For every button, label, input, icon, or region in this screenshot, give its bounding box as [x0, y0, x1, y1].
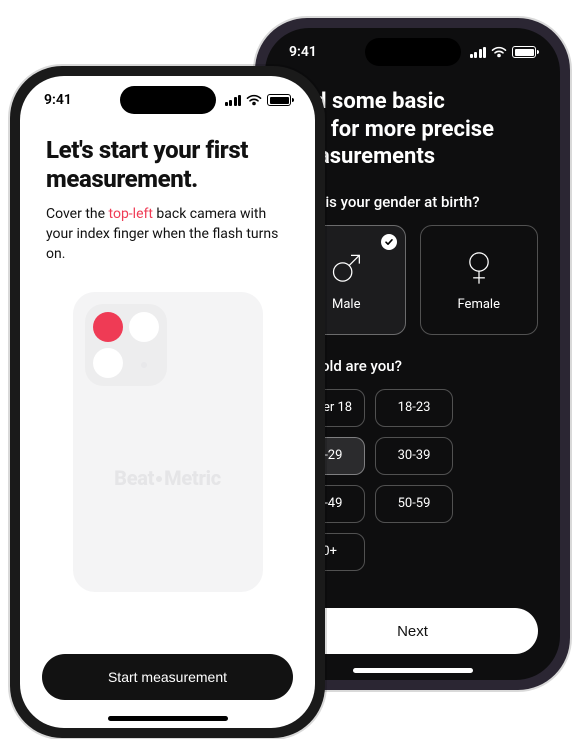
- dynamic-island: [365, 38, 461, 66]
- highlighted-camera-lens: [93, 312, 123, 342]
- start-measurement-button[interactable]: Start measurement: [42, 654, 293, 700]
- camera-flash: [141, 362, 147, 368]
- age-option-30-39[interactable]: 30-39: [375, 437, 453, 475]
- home-indicator: [353, 668, 473, 673]
- camera-lens: [93, 348, 123, 378]
- gender-label-female: Female: [458, 297, 500, 312]
- page-title: Let's start your first measurement.: [46, 136, 289, 194]
- male-icon: [326, 247, 366, 287]
- light-phone-mock: 9:41 Let's start your first measurement.…: [10, 66, 325, 738]
- camera-module-illustration: [85, 304, 167, 386]
- female-icon: [459, 247, 499, 287]
- checkmark-icon: [381, 234, 397, 250]
- brand-watermark: BeatMetric: [73, 466, 263, 490]
- gender-label-male: Male: [332, 297, 360, 312]
- gender-option-female[interactable]: Female: [420, 225, 539, 335]
- age-option-18-23[interactable]: 18-23: [375, 389, 453, 427]
- phone-illustration: BeatMetric: [73, 292, 263, 592]
- home-indicator: [108, 716, 228, 721]
- dynamic-island: [120, 86, 216, 114]
- instruction-text: Cover the top-left back camera with your…: [46, 204, 289, 265]
- age-option-50-59[interactable]: 50-59: [375, 485, 453, 523]
- camera-lens: [129, 312, 159, 342]
